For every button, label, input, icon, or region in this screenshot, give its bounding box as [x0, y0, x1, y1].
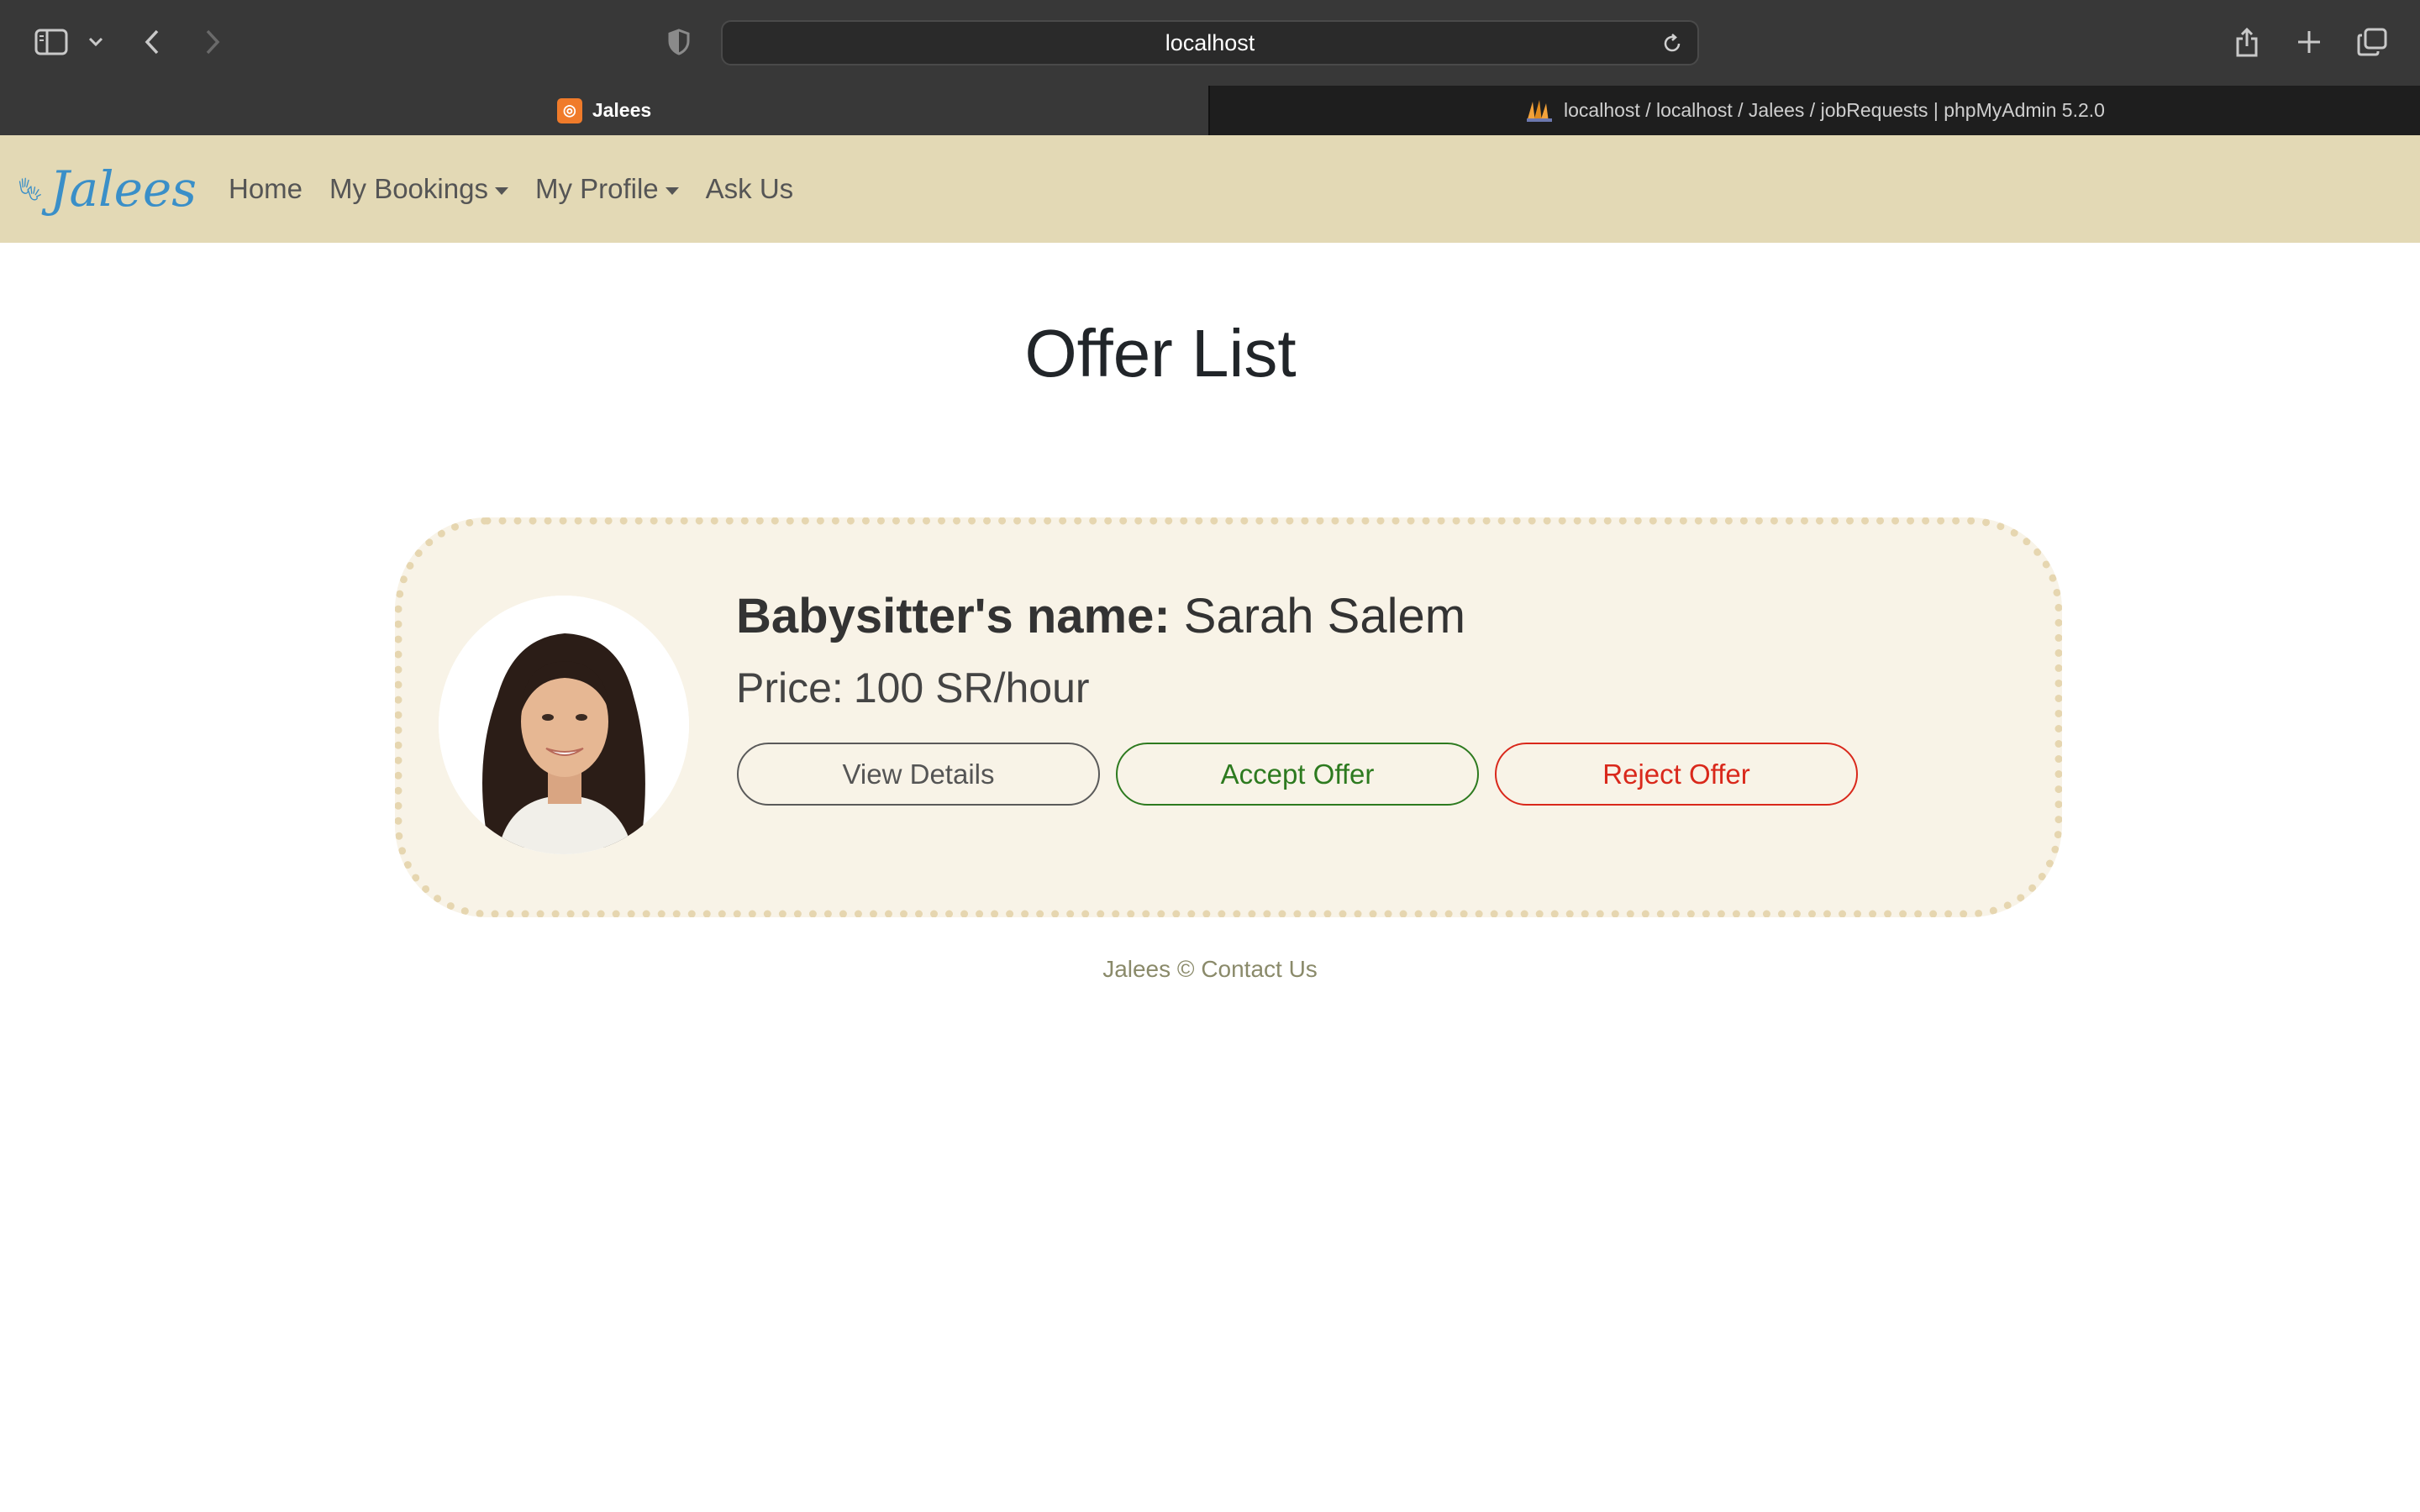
nav-ask-us[interactable]: Ask Us — [706, 173, 794, 205]
sidebar-toggle-icon[interactable] — [32, 25, 71, 59]
nav-links: Home My Bookings My Profile Ask Us — [229, 135, 793, 243]
address-bar[interactable]: localhost — [721, 20, 1699, 66]
share-icon[interactable] — [2230, 24, 2264, 60]
url-text: localhost — [1165, 29, 1255, 55]
nav-ask-us-label: Ask Us — [705, 173, 794, 204]
view-details-button[interactable]: View Details — [737, 743, 1100, 806]
page-title: Offer List — [1024, 316, 1297, 391]
nav-home-label: Home — [229, 173, 303, 204]
tab-label: localhost / localhost / Jalees / jobRequ… — [1564, 99, 2105, 121]
new-tab-icon[interactable] — [2292, 25, 2326, 59]
tab-strip: ◎ Jalees localhost / localhost / Jalees … — [0, 86, 2420, 135]
logo-text: Jalees — [50, 160, 197, 218]
brand-logo[interactable]: Jalees — [18, 154, 197, 224]
accept-offer-button[interactable]: Accept Offer — [1116, 743, 1479, 806]
reload-icon[interactable] — [1660, 32, 1684, 55]
babysitter-name: Babysitter's name: Sarah Salem — [736, 588, 1465, 644]
nav-my-profile[interactable]: My Profile — [535, 173, 679, 205]
name-label: Babysitter's name: — [736, 589, 1171, 643]
nav-my-profile-label: My Profile — [534, 173, 659, 204]
site-navbar: Jalees Home My Bookings My Profile Ask U… — [0, 135, 2420, 243]
babysitter-avatar — [439, 596, 689, 854]
nav-home[interactable]: Home — [229, 173, 302, 205]
chevron-down-icon[interactable] — [86, 32, 106, 52]
offer-price: Price: 100 SR/hour — [736, 664, 1100, 712]
name-value: Sarah Salem — [1183, 589, 1466, 643]
price-value: 100 SR/hour — [853, 664, 1090, 711]
tab-jalees[interactable]: ◎ Jalees — [0, 86, 1208, 135]
reject-offer-button[interactable]: Reject Offer — [1495, 743, 1858, 806]
price-label: Price: — [736, 664, 844, 711]
shield-icon[interactable] — [666, 27, 692, 57]
nav-my-bookings[interactable]: My Bookings — [329, 173, 508, 205]
phpmyadmin-icon — [1527, 99, 1553, 122]
nav-my-bookings-label: My Bookings — [329, 173, 488, 204]
tab-phpmyadmin[interactable]: localhost / localhost / Jalees / jobRequ… — [1208, 86, 2420, 135]
back-icon[interactable] — [138, 25, 166, 59]
caret-down-icon — [665, 186, 679, 195]
browser-toolbar: localhost — [0, 0, 2420, 86]
caret-down-icon — [494, 186, 508, 195]
footer: Jalees © Contact Us — [1102, 956, 1318, 982]
tab-label: Jalees — [592, 99, 652, 121]
hands-icon — [18, 177, 41, 201]
browser-chrome: localhost ◎ Jalees localhost / localhost… — [0, 0, 2420, 135]
tab-overview-icon[interactable] — [2354, 25, 2390, 59]
forward-icon[interactable] — [198, 25, 227, 59]
xampp-icon: ◎ — [556, 97, 582, 123]
